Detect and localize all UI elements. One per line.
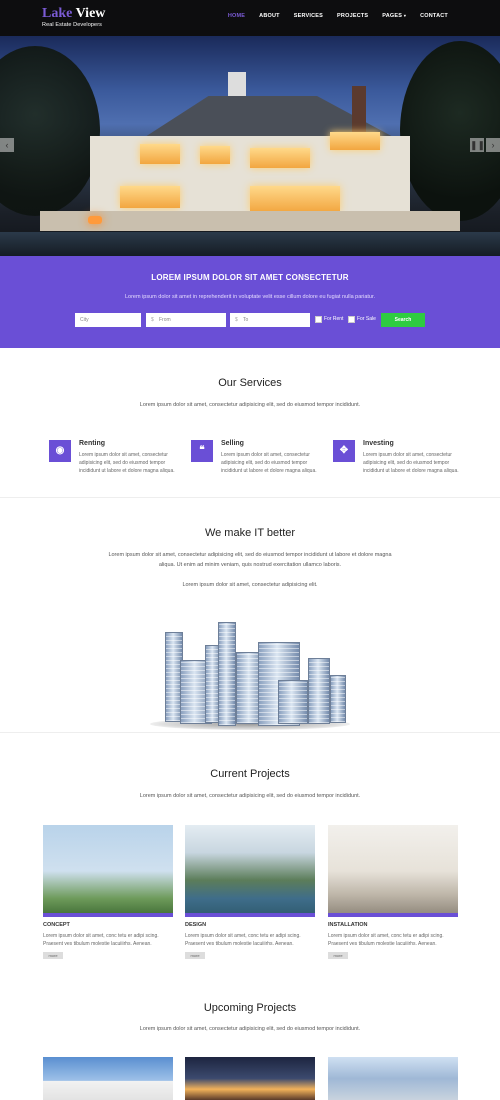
upcoming-projects-title: Upcoming Projects: [203, 1002, 297, 1014]
search-description: Lorem ipsum dolor sit amet in reprehende…: [124, 294, 376, 300]
for-sale-label: For Sale: [357, 316, 376, 322]
search-button[interactable]: Search: [381, 313, 425, 327]
more-button[interactable]: more: [185, 952, 205, 959]
hero-slider: ‹ ❚❚ ›: [0, 36, 500, 256]
chevron-down-icon: ▾: [403, 13, 407, 18]
project-accent-bar: [185, 913, 315, 917]
hero-window: [140, 144, 180, 164]
logo[interactable]: Lake View Real Estate Developers: [42, 6, 106, 29]
current-projects-subtitle: Lorem ipsum dolor sit amet, consectetur …: [139, 793, 361, 799]
hero-tree-left: [0, 46, 100, 216]
quote-icon: ❝: [191, 440, 213, 462]
service-title: Investing: [363, 440, 394, 447]
hero-window: [250, 148, 310, 168]
nav-projects[interactable]: PROJECTS: [337, 13, 368, 19]
nav-pages[interactable]: PAGES ▾: [382, 13, 406, 19]
city-input[interactable]: City: [75, 313, 141, 327]
more-button[interactable]: more: [43, 952, 63, 959]
project-label: DESIGN: [185, 922, 207, 928]
hero-deck: [40, 211, 460, 231]
upcoming-projects-subtitle: Lorem ipsum dolor sit amet, consectetur …: [139, 1026, 361, 1032]
services-subtitle: Lorem ipsum dolor sit amet, consectetur …: [139, 402, 361, 408]
project-text: Lorem ipsum dolor sit amet, conc tetu er…: [185, 933, 301, 947]
project-image[interactable]: [328, 825, 458, 917]
upcoming-project-image[interactable]: [328, 1057, 458, 1100]
current-projects-title: Current Projects: [210, 768, 290, 780]
service-selling: ❝ Selling Lorem ipsum dolor sit amet, co…: [191, 438, 331, 488]
top-navbar: Lake View Real Estate Developers HOME AB…: [0, 0, 500, 36]
hero-chimney-brick: [352, 86, 366, 136]
hero-window: [120, 186, 180, 208]
nav-home[interactable]: HOME: [228, 13, 245, 19]
service-text: Lorem ipsum dolor sit amet, consectetur …: [221, 452, 317, 474]
services-title: Our Services: [218, 377, 282, 389]
service-text: Lorem ipsum dolor sit amet, consectetur …: [79, 452, 175, 474]
price-from-input[interactable]: $ From: [146, 313, 226, 327]
building: [330, 675, 346, 723]
upcoming-project-image[interactable]: [185, 1057, 315, 1100]
eye-icon: ◉: [49, 440, 71, 462]
project-image[interactable]: [185, 825, 315, 917]
it-text: Lorem ipsum dolor sit amet, consectetur …: [108, 552, 392, 568]
hero-tree-right: [400, 41, 500, 221]
nav-about[interactable]: ABOUT: [259, 13, 280, 19]
project-accent-bar: [328, 913, 458, 917]
slider-prev-button[interactable]: ‹: [0, 138, 14, 152]
service-investing: ✥ Investing Lorem ipsum dolor sit amet, …: [333, 438, 473, 488]
service-title: Renting: [79, 440, 106, 447]
logo-tagline: Real Estate Developers: [42, 22, 102, 28]
building: [308, 658, 330, 724]
for-rent-label: For Rent: [324, 316, 344, 322]
it-title: We make IT better: [204, 527, 296, 539]
nav-contact[interactable]: CONTACT: [420, 13, 448, 19]
slider-pause-button[interactable]: ❚❚: [470, 138, 485, 152]
more-button[interactable]: more: [328, 952, 348, 959]
search-title: LOREM IPSUM DOLOR SIT AMET CONSECTETUR: [151, 273, 349, 282]
section-divider: [0, 497, 500, 498]
project-image[interactable]: [43, 825, 173, 917]
building: [218, 622, 236, 726]
slider-next-button[interactable]: ›: [486, 138, 500, 152]
logo-title: Lake View: [42, 6, 106, 21]
for-sale-checkbox[interactable]: [348, 316, 355, 323]
property-search-band: LOREM IPSUM DOLOR SIT AMET CONSECTETUR L…: [0, 256, 500, 348]
hero-fire-pit: [88, 216, 102, 224]
project-text: Lorem ipsum dolor sit amet, conc tetu er…: [328, 933, 444, 947]
dollar-icon: $: [151, 317, 154, 323]
it-text-short: Lorem ipsum dolor sit amet, consectetur …: [182, 582, 318, 588]
service-title: Selling: [221, 440, 244, 447]
move-arrows-icon: ✥: [333, 440, 355, 462]
project-text: Lorem ipsum dolor sit amet, conc tetu er…: [43, 933, 159, 947]
project-label: INSTALLATION: [328, 922, 368, 928]
section-divider: [0, 732, 500, 733]
upcoming-project-image[interactable]: [43, 1057, 173, 1100]
hero-pool: [0, 232, 500, 256]
nav-services[interactable]: SERVICES: [294, 13, 323, 19]
dollar-icon: $: [235, 317, 238, 323]
hero-window: [250, 186, 340, 212]
project-accent-bar: [43, 913, 173, 917]
price-to-input[interactable]: $ To: [230, 313, 310, 327]
project-label: CONCEPT: [43, 922, 70, 928]
service-text: Lorem ipsum dolor sit amet, consectetur …: [363, 452, 459, 474]
for-rent-checkbox[interactable]: [315, 316, 322, 323]
hero-window: [200, 146, 230, 164]
building: [278, 680, 308, 724]
hero-window: [330, 132, 380, 150]
main-menu: HOME ABOUT SERVICES PROJECTS PAGES ▾ CON…: [228, 13, 448, 19]
service-renting: ◉ Renting Lorem ipsum dolor sit amet, co…: [49, 438, 189, 488]
